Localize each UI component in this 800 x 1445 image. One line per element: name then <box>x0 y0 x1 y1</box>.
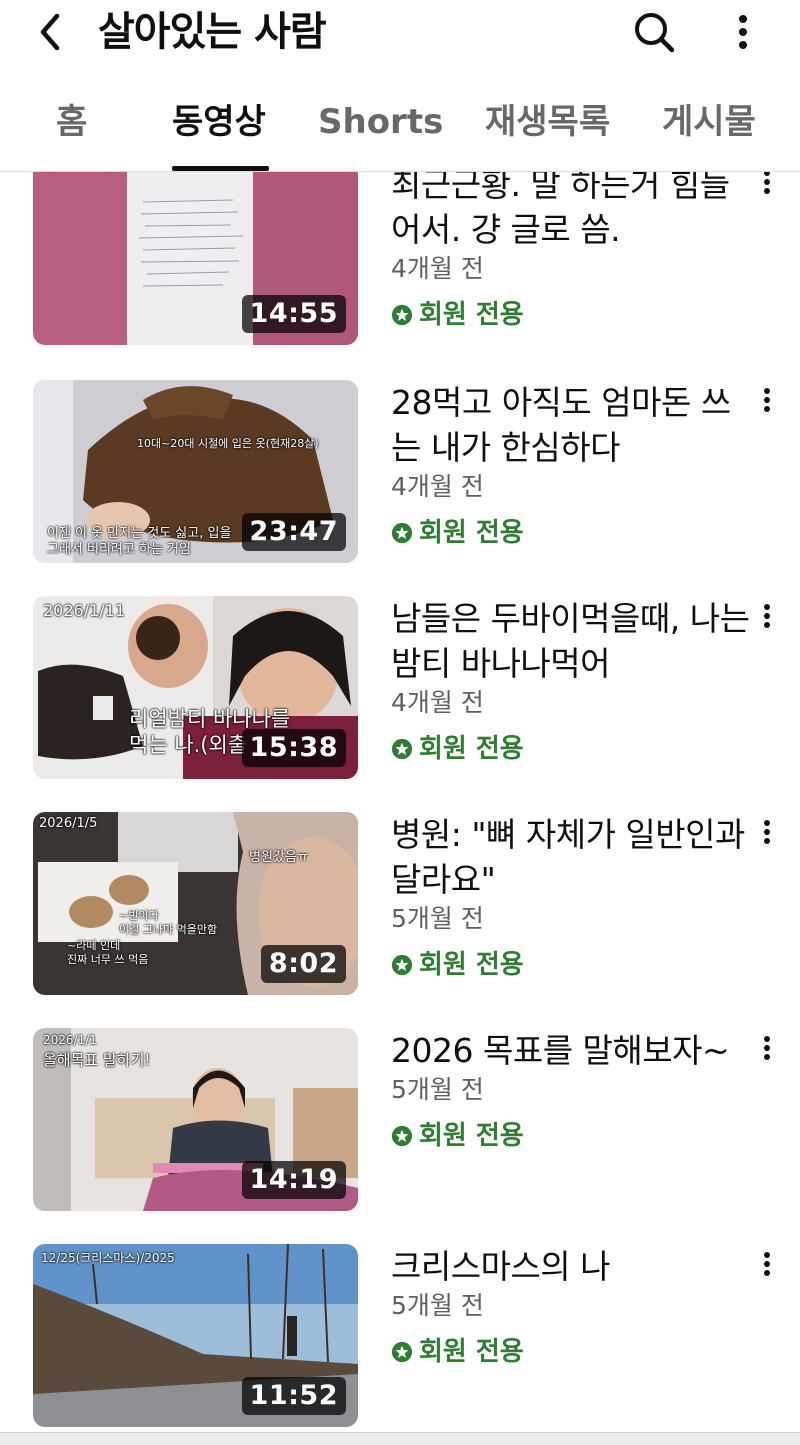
video-item: 2026/1/1 올해목표 말하기! 14:19 2026 목표를 말해보자~ … <box>0 1028 800 1212</box>
bottom-edge <box>0 1432 800 1445</box>
tab-playlists[interactable]: 재생목록 <box>485 100 610 144</box>
thumbnail-caption: 먹는 나.(외출 <box>129 733 248 757</box>
back-button[interactable] <box>26 8 74 56</box>
video-info: 병원: "뼈 자체가 일반인과 달라요" 5개월 전 회원 전용 <box>391 812 751 982</box>
thumbnail-caption: 진짜 너무 쓰 먹음 <box>67 953 149 966</box>
video-info: 최근근황. 말 하는거 힘들어서. 걍 글로 씀. 4개월 전 회원 전용 <box>391 172 751 332</box>
more-vertical-icon <box>764 172 770 194</box>
video-age: 4개월 전 <box>391 472 484 501</box>
top-app-bar: 살아있는 사람 <box>0 0 800 70</box>
video-age: 4개월 전 <box>391 688 484 717</box>
video-thumbnail[interactable]: 2026/1/1 올해목표 말하기! 14:19 <box>33 1028 358 1211</box>
members-star-icon <box>391 954 413 976</box>
members-only-label: 회원 전용 <box>419 518 524 548</box>
search-button[interactable] <box>628 8 680 56</box>
video-age: 4개월 전 <box>391 254 484 283</box>
video-duration: 23:47 <box>241 513 346 551</box>
thumbnail-date: 2026/1/5 <box>39 816 98 831</box>
video-duration: 14:19 <box>241 1161 346 1199</box>
members-only-label: 회원 전용 <box>419 734 524 764</box>
video-more-button[interactable] <box>752 380 782 420</box>
video-thumbnail[interactable]: 12/25(크리스마스)/2025 11:52 <box>33 1244 358 1427</box>
thumbnail-date: 2026/1/11 <box>43 601 126 620</box>
members-only-label: 회원 전용 <box>419 1337 524 1367</box>
members-only-label: 회원 전용 <box>419 300 524 330</box>
more-vertical-icon <box>764 388 770 412</box>
video-title[interactable]: 2026 목표를 말해보자~ <box>391 1028 751 1073</box>
active-tab-indicator <box>172 166 269 171</box>
video-info: 남들은 두바이먹을때, 나는 밤티 바나나먹어 4개월 전 회원 전용 <box>391 596 751 766</box>
members-only-badge: 회원 전용 <box>391 1119 751 1153</box>
members-only-badge: 회원 전용 <box>391 298 751 332</box>
members-only-badge: 회원 전용 <box>391 1335 751 1369</box>
members-star-icon <box>391 304 413 326</box>
video-item: 2026/1/5 병원갔음ㅠ ~빈이다 이걸 그나마 먹을만함 ~라떼 인데 진… <box>0 812 800 996</box>
video-info: 크리스마스의 나 5개월 전 회원 전용 <box>391 1244 751 1369</box>
tab-home[interactable]: 홈 <box>56 100 87 144</box>
video-thumbnail[interactable]: 14:55 <box>33 172 358 345</box>
thumbnail-caption: 이걸 그나마 먹을만함 <box>119 923 218 936</box>
video-duration: 15:38 <box>241 729 346 767</box>
video-more-button[interactable] <box>752 172 782 202</box>
video-duration: 14:55 <box>241 295 346 333</box>
video-item: 14:55 최근근황. 말 하는거 힘들어서. 걍 글로 씀. 4개월 전 회원… <box>0 172 800 346</box>
members-star-icon <box>391 1125 413 1147</box>
members-only-label: 회원 전용 <box>419 950 524 980</box>
tab-shorts[interactable]: Shorts <box>318 100 443 144</box>
video-duration: 11:52 <box>241 1377 346 1415</box>
video-more-button[interactable] <box>752 596 782 636</box>
video-more-button[interactable] <box>752 812 782 852</box>
thumbnail-caption: 그래서 버리려고 하는 거임 <box>47 542 191 557</box>
video-item: 2026/1/11 리얼밤티 바나나를 먹는 나.(외출 15:38 남들은 두… <box>0 596 800 780</box>
tab-videos[interactable]: 동영상 <box>172 100 266 144</box>
video-title[interactable]: 28먹고 아직도 엄마돈 쓰는 내가 한심하다 <box>391 380 751 470</box>
members-only-badge: 회원 전용 <box>391 732 751 766</box>
video-info: 2026 목표를 말해보자~ 5개월 전 회원 전용 <box>391 1028 751 1153</box>
tab-posts[interactable]: 게시물 <box>662 100 756 144</box>
video-title[interactable]: 크리스마스의 나 <box>391 1244 751 1289</box>
thumbnail-date: 2026/1/1 <box>43 1033 97 1047</box>
more-options-button[interactable] <box>722 8 764 56</box>
thumbnail-date: 12/25(크리스마스)/2025 <box>41 1251 175 1265</box>
more-vertical-icon <box>739 15 747 49</box>
more-vertical-icon <box>764 820 770 844</box>
video-title[interactable]: 남들은 두바이먹을때, 나는 밤티 바나나먹어 <box>391 596 751 686</box>
more-vertical-icon <box>764 1252 770 1276</box>
members-only-badge: 회원 전용 <box>391 948 751 982</box>
video-thumbnail[interactable]: 10대~20대 시절에 입은 옷(현재28살) 이젠 이 옷 만지는 것도 싫고… <box>33 380 358 563</box>
video-item: 12/25(크리스마스)/2025 11:52 크리스마스의 나 5개월 전 회… <box>0 1244 800 1428</box>
members-star-icon <box>391 1341 413 1363</box>
video-info: 28먹고 아직도 엄마돈 쓰는 내가 한심하다 4개월 전 회원 전용 <box>391 380 751 550</box>
thumbnail-caption: 올해목표 말하기! <box>43 1051 151 1069</box>
more-vertical-icon <box>764 604 770 628</box>
thumbnail-caption: 병원갔음ㅠ <box>249 850 309 865</box>
video-more-button[interactable] <box>752 1244 782 1284</box>
video-title[interactable]: 병원: "뼈 자체가 일반인과 달라요" <box>391 812 751 902</box>
video-age: 5개월 전 <box>391 904 484 933</box>
thumbnail-caption: 이젠 이 옷 만지는 것도 싫고, 입을 <box>47 526 232 541</box>
more-vertical-icon <box>764 1036 770 1060</box>
video-thumbnail[interactable]: 2026/1/5 병원갔음ㅠ ~빈이다 이걸 그나마 먹을만함 ~라떼 인데 진… <box>33 812 358 995</box>
video-title[interactable]: 최근근황. 말 하는거 힘들어서. 걍 글로 씀. <box>391 172 751 252</box>
video-more-button[interactable] <box>752 1028 782 1068</box>
video-duration: 8:02 <box>260 945 346 983</box>
members-star-icon <box>391 738 413 760</box>
video-item: 10대~20대 시절에 입은 옷(현재28살) 이젠 이 옷 만지는 것도 싫고… <box>0 380 800 564</box>
channel-title: 살아있는 사람 <box>98 9 327 55</box>
video-list: 14:55 최근근황. 말 하는거 힘들어서. 걍 글로 씀. 4개월 전 회원… <box>0 172 800 1432</box>
video-thumbnail[interactable]: 2026/1/11 리얼밤티 바나나를 먹는 나.(외출 15:38 <box>33 596 358 779</box>
chevron-left-icon <box>40 13 60 51</box>
members-star-icon <box>391 522 413 544</box>
video-age: 5개월 전 <box>391 1075 484 1104</box>
thumbnail-caption: 10대~20대 시절에 입은 옷(현재28살) <box>137 437 319 450</box>
channel-tabs: 홈 동영상 Shorts 재생목록 게시물 <box>0 86 800 172</box>
members-only-label: 회원 전용 <box>419 1121 524 1151</box>
video-age: 5개월 전 <box>391 1291 484 1320</box>
search-icon <box>635 13 675 53</box>
members-only-badge: 회원 전용 <box>391 516 751 550</box>
